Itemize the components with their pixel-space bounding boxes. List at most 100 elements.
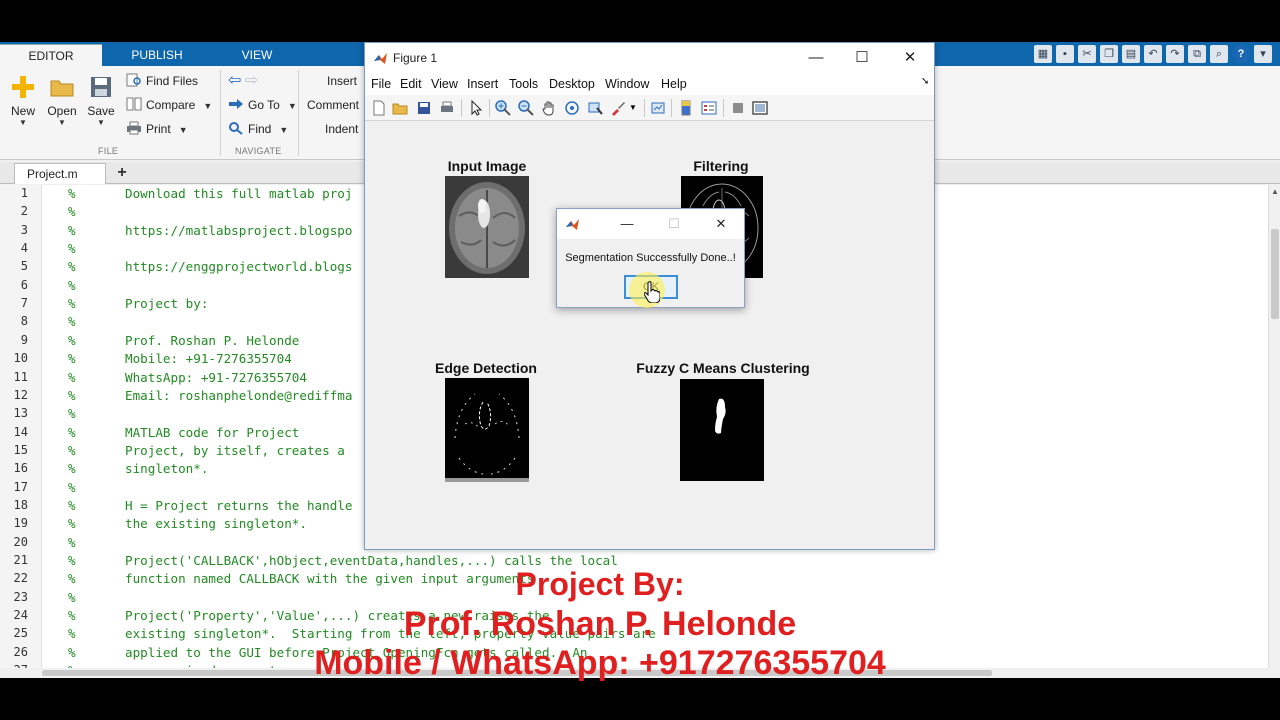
forward-arrow-icon[interactable]: ⇨ [245, 72, 258, 89]
expand-icon[interactable]: ▾ [1254, 45, 1272, 63]
chevron-down-icon: ▼ [178, 125, 188, 135]
line-number: 14 [13, 424, 28, 439]
comment-marker: % [68, 314, 76, 330]
link-plot-icon[interactable] [650, 100, 666, 116]
line-number: 1 [20, 186, 28, 200]
switch-windows-icon[interactable]: ⧉ [1188, 45, 1206, 63]
tab-project-m[interactable]: Project.m [14, 163, 106, 184]
find-button[interactable]: Find ▼ [228, 119, 288, 139]
copy-icon[interactable]: ❐ [1100, 45, 1118, 63]
line-number: 18 [13, 497, 28, 512]
search-documentation-icon[interactable]: ⌕ [1210, 45, 1228, 63]
insert-button[interactable]: Insert [327, 71, 357, 91]
zoom-in-icon[interactable] [495, 100, 511, 116]
save-button[interactable]: Save ▼ [82, 74, 120, 128]
close-icon[interactable]: ✕ [706, 215, 736, 233]
open-button[interactable]: Open ▼ [43, 74, 81, 128]
dialog-title-bar[interactable]: — ☐ ✕ [557, 209, 744, 239]
line-number: 2 [20, 204, 28, 219]
code-line[interactable]: the existing singleton*. [125, 516, 307, 531]
code-line[interactable]: Email: roshanphelonde@rediffma [125, 388, 352, 403]
folder-icon [50, 80, 74, 97]
compare-button[interactable]: Compare ▼ [126, 95, 212, 115]
menu-insert[interactable]: Insert [467, 77, 498, 91]
minimize-icon[interactable]: — [612, 215, 642, 233]
print-figure-icon[interactable] [439, 100, 455, 116]
insert-colorbar-icon[interactable] [678, 100, 694, 116]
chevron-down-icon: ▼ [287, 101, 297, 111]
new-figure-icon[interactable] [371, 100, 387, 116]
save-figure-icon[interactable] [416, 100, 432, 116]
comment-marker: % [68, 406, 76, 422]
rotate-3d-icon[interactable] [564, 100, 580, 116]
fcm-axes[interactable] [680, 379, 764, 481]
go-to-button[interactable]: Go To ▼ [228, 95, 297, 115]
redo-icon[interactable]: ↷ [1166, 45, 1184, 63]
code-line[interactable]: https://enggprojectworld.blogs [125, 259, 352, 274]
menu-tools[interactable]: Tools [509, 77, 538, 91]
code-line[interactable]: Project, by itself, creates a [125, 443, 345, 458]
menu-help[interactable]: Help [661, 77, 687, 91]
back-arrow-icon[interactable]: ⇦ [228, 72, 241, 89]
code-line[interactable]: WhatsApp: +91-7276355704 [125, 370, 307, 385]
comment-button[interactable]: Comment [307, 95, 359, 115]
hide-plot-tools-icon[interactable] [730, 100, 746, 116]
pointer-arrow-icon[interactable] [468, 100, 484, 116]
save-icon[interactable]: ▪ [1056, 45, 1074, 63]
menu-view[interactable]: View [431, 77, 458, 91]
zoom-out-icon[interactable] [518, 100, 534, 116]
data-cursor-icon[interactable] [587, 100, 603, 116]
help-icon[interactable]: ? [1232, 45, 1250, 63]
edge-detection-axes[interactable] [445, 378, 529, 482]
input-image-axes[interactable] [445, 176, 529, 278]
comment-marker: % [68, 296, 76, 312]
tab-publish[interactable]: PUBLISH [106, 44, 208, 66]
menu-file[interactable]: File [371, 77, 391, 91]
code-line[interactable]: Prof. Roshan P. Helonde [125, 333, 299, 348]
toolbar-separator [489, 99, 490, 117]
new-tab-plus-icon[interactable]: + [110, 163, 134, 183]
pan-hand-icon[interactable] [541, 100, 557, 116]
insert-legend-icon[interactable] [701, 100, 717, 116]
scroll-thumb[interactable] [1271, 229, 1279, 319]
code-line[interactable]: Mobile: +91-7276355704 [125, 351, 292, 366]
find-files-button[interactable]: Find Files [126, 71, 198, 91]
code-line[interactable]: MATLAB code for Project [125, 425, 299, 440]
code-line[interactable]: H = Project returns the handle [125, 498, 352, 513]
maximize-icon[interactable]: ☐ [839, 47, 885, 69]
code-line[interactable]: singleton*. [125, 461, 208, 476]
cut-icon[interactable]: ✂ [1078, 45, 1096, 63]
chevron-down-icon: ▼ [58, 118, 66, 127]
tab-view[interactable]: VIEW [206, 44, 308, 66]
back-forward-buttons[interactable]: ⇦ ⇨ [228, 71, 258, 91]
fcm-title: Fuzzy C Means Clustering [636, 360, 810, 376]
code-line[interactable]: https://matlabsproject.blogspo [125, 223, 352, 238]
line-number: 3 [20, 222, 28, 237]
figure-title-bar[interactable]: Figure 1 — ☐ ✕ [365, 43, 934, 73]
menu-edit[interactable]: Edit [400, 77, 422, 91]
paste-icon[interactable]: ▤ [1122, 45, 1140, 63]
undo-icon[interactable]: ↶ [1144, 45, 1162, 63]
scroll-up-icon[interactable]: ▲ [1269, 187, 1280, 196]
menu-desktop[interactable]: Desktop [549, 77, 595, 91]
open-file-icon[interactable] [392, 100, 408, 116]
indent-button[interactable]: Indent [325, 119, 358, 139]
layout-icon[interactable]: ▦ [1034, 45, 1052, 63]
show-plot-tools-icon[interactable] [752, 100, 768, 116]
dock-arrow-icon[interactable]: ➘ [921, 76, 929, 87]
chevron-down-icon[interactable]: ▼ [629, 103, 645, 119]
go-to-label: Go To [248, 98, 280, 112]
close-icon[interactable]: ✕ [887, 47, 933, 69]
code-line[interactable]: Download this full matlab proj [125, 186, 352, 201]
print-button[interactable]: Print ▼ [126, 119, 188, 139]
new-button[interactable]: New ▼ [4, 74, 42, 128]
comment-marker: % [68, 534, 76, 550]
menu-window[interactable]: Window [605, 77, 649, 91]
brush-icon[interactable] [610, 100, 626, 116]
tab-editor[interactable]: EDITOR [0, 44, 102, 66]
vertical-scrollbar[interactable]: ▲ [1268, 185, 1280, 668]
search-icon [229, 122, 243, 135]
print-label: Print [146, 122, 171, 136]
code-line[interactable]: Project by: [125, 296, 208, 311]
minimize-icon[interactable]: — [793, 47, 839, 69]
